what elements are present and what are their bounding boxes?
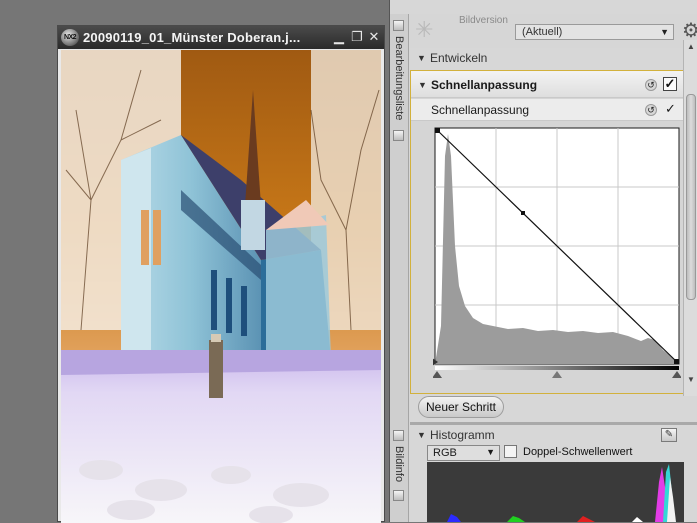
entwickeln-label: Entwickeln	[430, 51, 488, 65]
histogram-label: Histogramm	[430, 428, 495, 442]
curve-black-handle	[435, 128, 440, 133]
version-select[interactable]: (Aktuell) ▼	[515, 24, 674, 40]
step-header[interactable]: ▼ Schnellanpassung ↺ ✓	[411, 71, 684, 98]
channel-select[interactable]: RGB ▼	[427, 445, 500, 461]
nx2-logo: NX2	[61, 29, 79, 46]
panel-side-strip: Bearbeitungsliste Bildinfo	[390, 14, 409, 522]
tab-bearbeitungsliste[interactable]: Bearbeitungsliste	[393, 36, 405, 120]
scroll-up-arrow-icon[interactable]: ▲	[685, 41, 697, 53]
collapse-triangle-icon: ▼	[418, 80, 427, 90]
sparkle-icon[interactable]: ✳	[415, 19, 435, 41]
photo-negative-church[interactable]	[61, 50, 381, 523]
histogram-picker-icon[interactable]: ✎	[661, 428, 677, 442]
curve-midpoint-handle	[521, 211, 525, 215]
strip-toggle-top[interactable]	[393, 20, 404, 31]
collapse-triangle-icon: ▼	[417, 53, 426, 63]
chevron-down-icon: ▼	[660, 27, 669, 37]
chevron-down-icon: ▼	[486, 447, 495, 457]
image-window-title: 20090119_01_Münster Doberan.j...	[83, 30, 301, 45]
version-toolbar: ✳ Bildversion (Aktuell) ▼ ⚙	[410, 14, 697, 48]
new-step-button[interactable]: Neuer Schritt	[418, 396, 504, 418]
step-title: Schnellanpassung	[431, 78, 538, 92]
panel-scrollbar[interactable]: ▲ ▼	[683, 40, 697, 396]
version-value: (Aktuell)	[522, 26, 563, 38]
curve-white-handle	[674, 359, 679, 364]
rgb-histogram	[427, 462, 684, 522]
input-black-slider	[433, 371, 442, 378]
image-window-titlebar[interactable]: NX2 20090119_01_Münster Doberan.j... ▁ ❐…	[58, 26, 384, 49]
collapse-triangle-icon: ▼	[417, 430, 426, 440]
tool-panel: Bearbeitungsliste Bildinfo ✳ Bildversion…	[389, 0, 697, 522]
double-threshold-checkbox[interactable]	[504, 445, 517, 458]
step-enable-checkbox[interactable]: ✓	[663, 77, 677, 91]
tone-curve-editor[interactable]	[433, 126, 681, 378]
strip-box-bottom-2[interactable]	[393, 490, 404, 501]
maximize-button[interactable]: ❐	[350, 30, 364, 44]
schnellanpassung-step: ▼ Schnellanpassung ↺ ✓ Schnellanpassung …	[410, 70, 685, 394]
double-threshold-label: Doppel-Schwellenwert	[523, 446, 633, 458]
input-white-slider	[672, 371, 681, 378]
close-button[interactable]: ✕	[367, 30, 381, 44]
check-icon[interactable]: ✓	[665, 101, 676, 117]
strip-box-top-2[interactable]	[393, 130, 404, 141]
substep-title: Schnellanpassung	[431, 103, 530, 117]
histogram-section-header[interactable]: ▼ Histogramm	[410, 425, 697, 443]
entwickeln-section-header[interactable]: ▼ Entwickeln	[410, 48, 685, 68]
rgb-histogram-graph	[447, 464, 676, 522]
minimize-button[interactable]: ▁	[332, 30, 346, 44]
church-negative-image	[61, 50, 381, 523]
strip-toggle-bottom[interactable]	[393, 430, 404, 441]
channel-value: RGB	[433, 447, 457, 459]
tab-bildinfo[interactable]: Bildinfo	[393, 446, 405, 482]
input-gamma-slider	[552, 371, 562, 378]
scrollbar-thumb[interactable]	[686, 94, 696, 300]
reset-icon[interactable]: ↺	[645, 79, 657, 91]
reset-icon[interactable]: ↺	[645, 104, 657, 116]
image-window[interactable]: NX2 20090119_01_Münster Doberan.j... ▁ ❐…	[57, 25, 385, 523]
bildversion-label: Bildversion	[459, 15, 508, 26]
scroll-down-arrow-icon[interactable]: ▼	[685, 374, 697, 386]
input-level-sliders[interactable]	[433, 369, 681, 383]
curve-graph[interactable]	[433, 126, 681, 371]
substep-header[interactable]: Schnellanpassung ↺ ✓	[411, 99, 684, 121]
